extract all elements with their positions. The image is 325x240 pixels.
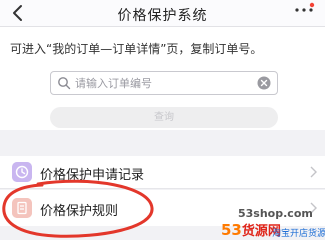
nav-bar: 价格保护系统: [0, 0, 325, 27]
more-menu-icon[interactable]: [293, 1, 315, 19]
search-card: 可进入“我的订单—订单详情”页，复制订单号。 查询: [0, 27, 325, 130]
order-search-box[interactable]: [50, 71, 278, 95]
page-title: 价格保护系统: [117, 8, 208, 24]
hint-text: 可进入“我的订单—订单详情”页，复制订单号。: [10, 42, 263, 56]
query-button[interactable]: 查询: [50, 107, 278, 128]
clear-icon[interactable]: [257, 76, 271, 90]
screen: 价格保护系统 可进入“我的订单—订单详情”页，复制订单号。 查询: [0, 0, 325, 240]
watermark-domain: 53shop.com: [238, 207, 313, 220]
watermark-subtitle: 淘宝开店货源: [272, 229, 325, 239]
order-number-input[interactable]: [75, 74, 245, 92]
chevron-right-icon: [310, 166, 317, 178]
red-circle-annotation: [2, 179, 154, 238]
watermark-logo-digits: 53: [221, 221, 242, 239]
search-icon: [58, 77, 71, 90]
